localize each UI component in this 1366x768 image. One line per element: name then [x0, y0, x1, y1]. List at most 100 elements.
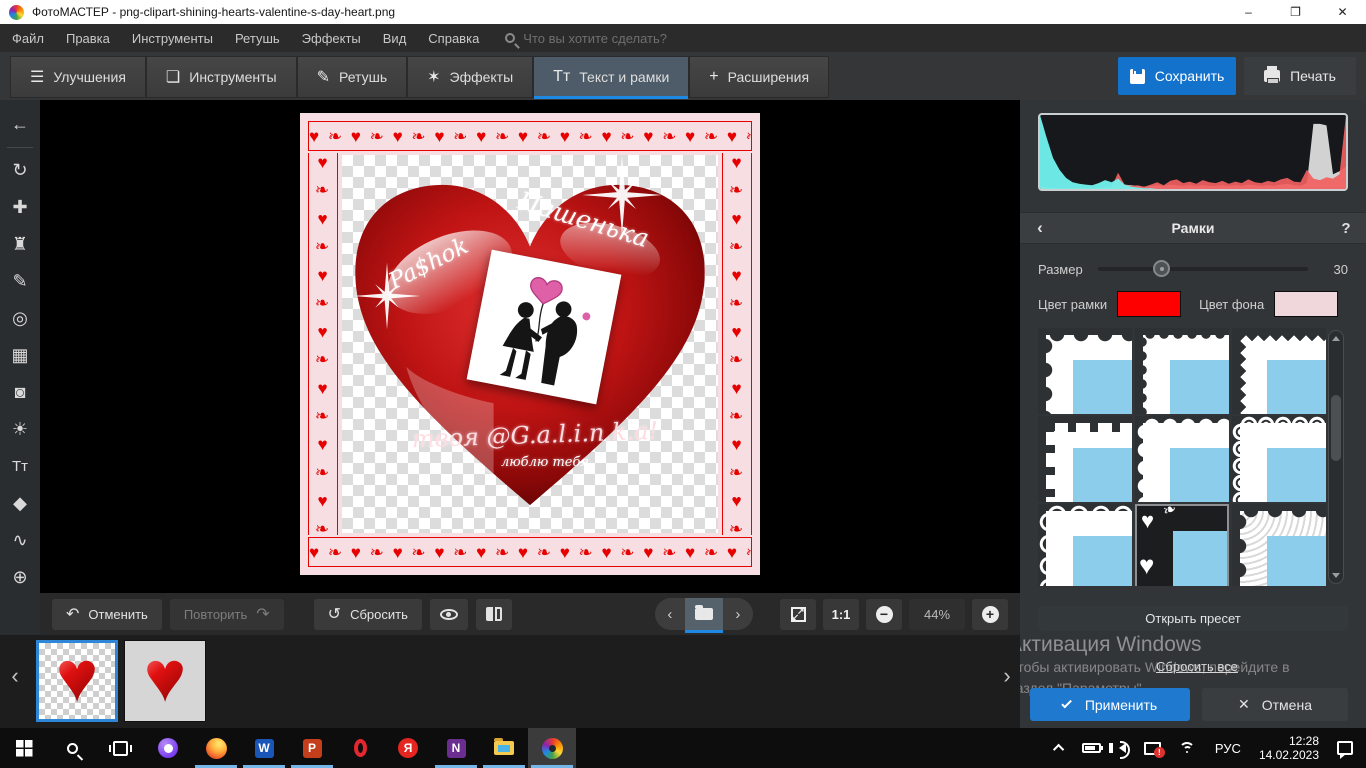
taskbar-yandex-browser-icon[interactable]: Я	[384, 728, 432, 768]
zoom-in-button[interactable]: +	[972, 599, 1008, 630]
preview-original-button[interactable]	[430, 599, 468, 630]
bg-color-swatch[interactable]	[1274, 291, 1338, 317]
fit-to-screen-button[interactable]	[780, 599, 816, 630]
next-photo-button[interactable]: ›	[723, 606, 753, 623]
frames-scrollbar[interactable]	[1328, 330, 1344, 584]
heart-thumbnail-image: ♥	[144, 641, 187, 713]
menu-справка[interactable]: Справка	[428, 31, 479, 46]
tab-ретушь[interactable]: ✎Ретушь	[297, 56, 408, 98]
healing-patch-tool-icon[interactable]: ✚	[0, 189, 40, 226]
taskbar-task-view-icon[interactable]	[96, 728, 144, 768]
reset-all-link[interactable]: Сбросить все	[1156, 659, 1238, 674]
frame-preset-heart-swirls[interactable]: ♥❧♥	[1135, 504, 1229, 586]
scrollbar-thumb[interactable]	[1331, 395, 1341, 461]
minimize-button[interactable]: –	[1225, 0, 1272, 24]
back-tool-icon[interactable]: ←	[0, 106, 40, 143]
clone-stamp-tool-icon[interactable]: ♜	[0, 226, 40, 263]
tab-эффекты[interactable]: ✶Эффекты	[407, 56, 533, 98]
taskbar-start-icon[interactable]	[0, 728, 48, 768]
film-strip: ‹ ♥ ♥ ›	[0, 635, 1020, 728]
before-after-button[interactable]	[476, 599, 512, 630]
thumbnail-heart-2[interactable]: ♥	[124, 640, 206, 722]
taskbar-search-icon[interactable]	[48, 728, 96, 768]
filmstrip-right-arrow[interactable]: ›	[998, 663, 1016, 689]
wifi-icon[interactable]	[1172, 728, 1204, 768]
frame-preset-lace-mandala[interactable]	[1232, 504, 1326, 586]
menu-инструменты[interactable]: Инструменты	[132, 31, 213, 46]
open-preset-button[interactable]: Открыть пресет	[1038, 606, 1348, 631]
scroll-up-arrow[interactable]	[1332, 336, 1340, 341]
close-button[interactable]: ✕	[1319, 0, 1366, 24]
reset-button[interactable]: ↺ Сбросить	[314, 599, 422, 630]
frame-preset-stamp-scallop-small[interactable]	[1135, 328, 1229, 414]
tab-расширения[interactable]: +Расширения	[689, 56, 829, 98]
action-center-icon[interactable]	[1330, 728, 1360, 768]
taskbar-word-icon[interactable]: W	[240, 728, 288, 768]
menu-правка[interactable]: Правка	[66, 31, 110, 46]
title-bar: ФотоМАСТЕР - png-clipart-shining-hearts-…	[0, 0, 1366, 24]
taskbar-opera-icon[interactable]	[336, 728, 384, 768]
undo-icon: ↶	[66, 604, 79, 624]
size-slider[interactable]	[1098, 267, 1308, 271]
panel-back-button[interactable]: ‹	[1020, 218, 1060, 238]
zoom-out-button[interactable]: −	[866, 599, 902, 630]
save-button[interactable]: Сохранить	[1118, 57, 1236, 95]
radial-filter-tool-icon[interactable]: ◎	[0, 300, 40, 337]
frame-preset-ornament-circles[interactable]	[1038, 504, 1132, 586]
language-indicator[interactable]: РУС	[1208, 728, 1248, 768]
image-canvas[interactable]: ♥ ❧ ♥ ❧ ♥ ❧ ♥ ❧ ♥ ❧ ♥ ❧ ♥ ❧ ♥ ❧ ♥ ❧ ♥ ❧ …	[40, 100, 1020, 593]
apply-button[interactable]: Применить	[1030, 688, 1190, 721]
graduated-filter-tool-icon[interactable]: ▦	[0, 337, 40, 374]
panel-help-button[interactable]: ?	[1326, 220, 1366, 237]
tray-chevron-icon[interactable]	[1049, 728, 1071, 768]
redo-icon: ↷	[256, 604, 269, 624]
tab-инструменты[interactable]: ❏Инструменты	[146, 56, 297, 98]
clock[interactable]: 12:28 14.02.2023	[1252, 728, 1326, 768]
actual-size-button[interactable]: 1:1	[823, 599, 859, 630]
thumbnail-heart-selected[interactable]: ♥	[36, 640, 118, 722]
frame-preset-lace-rings[interactable]	[1135, 416, 1229, 502]
tab-улучшения[interactable]: ☰Улучшения	[10, 56, 146, 98]
tab-текст-и-рамки[interactable]: TтТекст и рамки	[533, 56, 689, 98]
taskbar-firefox-icon[interactable]	[192, 728, 240, 768]
brush-tool-icon[interactable]: ✎	[0, 263, 40, 300]
text-tool-tool-icon[interactable]: Tт	[0, 448, 40, 485]
scroll-down-arrow[interactable]	[1332, 573, 1340, 578]
menu-вид[interactable]: Вид	[383, 31, 407, 46]
change-background-tool-icon[interactable]: ∿	[0, 522, 40, 559]
taskbar-powerpoint-icon[interactable]: P	[288, 728, 336, 768]
battery-icon[interactable]	[1075, 728, 1108, 768]
cancel-button[interactable]: ✕ Отмена	[1202, 688, 1348, 721]
open-folder-button[interactable]	[685, 598, 723, 630]
filmstrip-left-arrow[interactable]: ‹	[6, 663, 24, 689]
menu-ретушь[interactable]: Ретушь	[235, 31, 280, 46]
vignette-tool-icon[interactable]: ◙	[0, 374, 40, 411]
help-search[interactable]: Что вы хотите сделать?	[505, 31, 667, 46]
display-notification-icon[interactable]: !	[1137, 728, 1168, 768]
size-slider-thumb[interactable]	[1153, 260, 1170, 277]
sun-light-tool-icon[interactable]: ☀	[0, 411, 40, 448]
taskbar-onenote-icon[interactable]: N	[432, 728, 480, 768]
frame-preset-stamp-scallop-large[interactable]	[1038, 328, 1132, 414]
plus-icon: +	[709, 68, 718, 86]
taskbar-explorer-icon[interactable]	[480, 728, 528, 768]
volume-icon[interactable]	[1112, 728, 1133, 768]
rotate-tool-icon[interactable]: ↻	[0, 152, 40, 189]
menu-эффекты[interactable]: Эффекты	[302, 31, 361, 46]
previous-photo-button[interactable]: ‹	[655, 606, 685, 623]
frame-preset-lace-doily[interactable]	[1232, 416, 1326, 502]
fill-color-tool-icon[interactable]: ◆	[0, 485, 40, 522]
redo-button[interactable]: Повторить ↷	[170, 599, 284, 630]
frame-color-swatch[interactable]	[1117, 291, 1181, 317]
restore-button[interactable]: ❐	[1272, 0, 1319, 24]
taskbar-photomaster-icon[interactable]	[528, 728, 576, 768]
menu-файл[interactable]: Файл	[12, 31, 44, 46]
print-button[interactable]: Печать	[1244, 57, 1356, 95]
undo-button[interactable]: ↶ Отменить	[52, 599, 162, 630]
frame-preset-stamp-blocks[interactable]	[1038, 416, 1132, 502]
crop-icon: ❏	[166, 67, 180, 87]
taskbar-alice-icon[interactable]	[144, 728, 192, 768]
frame-preset-stamp-zigzag[interactable]	[1232, 328, 1326, 414]
frame-ornament-left: ♥ ❧ ♥ ❧ ♥ ❧ ♥ ❧ ♥ ❧ ♥ ❧ ♥ ❧ ♥ ❧ ♥ ❧ ♥ ❧ …	[308, 153, 338, 535]
distortion-globe-tool-icon[interactable]: ⊕	[0, 559, 40, 596]
